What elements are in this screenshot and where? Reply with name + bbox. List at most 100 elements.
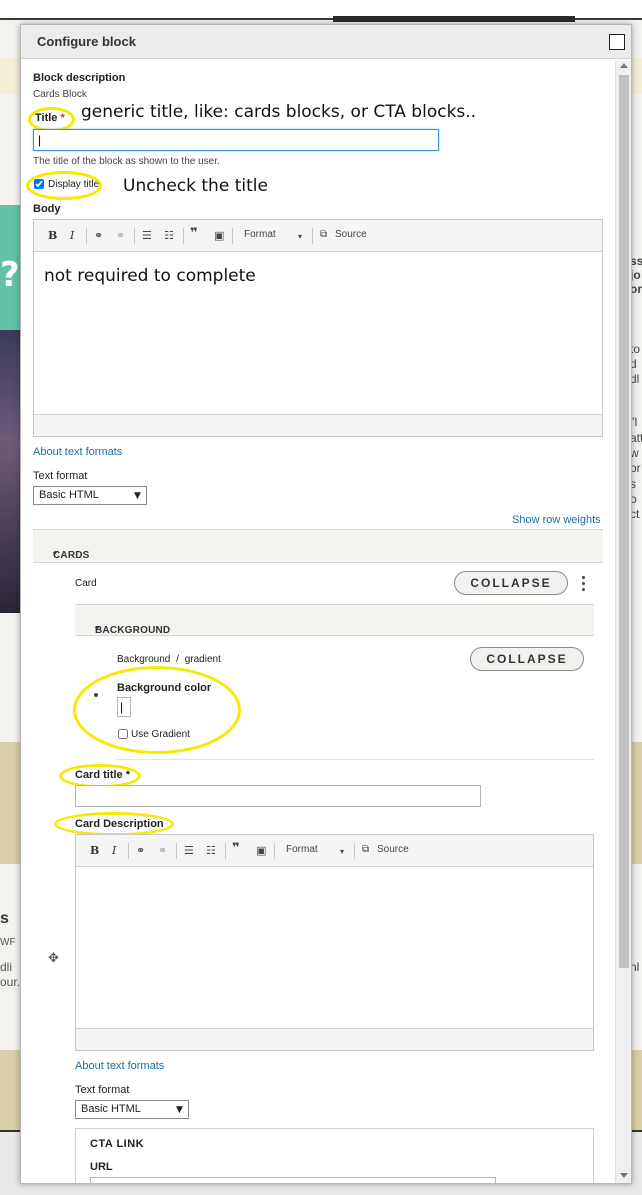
configure-block-dialog: Configure block Block description Cards … bbox=[20, 24, 632, 1184]
toolbar-separator bbox=[312, 228, 313, 244]
card-label: Card bbox=[75, 578, 97, 589]
image-icon[interactable]: ▣ bbox=[214, 229, 224, 242]
background-fragment: ? bbox=[0, 255, 20, 295]
dialog-titlebar: Configure block bbox=[21, 25, 631, 59]
background-photo bbox=[0, 330, 20, 613]
text-format-label: Text format bbox=[33, 470, 88, 482]
source-icon[interactable]: ⧉ bbox=[362, 844, 369, 855]
tab-gradient[interactable]: gradient bbox=[185, 654, 221, 665]
background-top-accent bbox=[333, 16, 575, 22]
source-button[interactable]: Source bbox=[377, 844, 409, 855]
text-format-select-value: Basic HTML bbox=[39, 489, 99, 501]
about-text-formats-link[interactable]: About text formats bbox=[33, 446, 122, 458]
toolbar-separator bbox=[232, 228, 233, 244]
toolbar-separator bbox=[128, 843, 129, 859]
editor-toolbar: B I ⚭ ⚭ ☰ ☷ ❞ ▣ Format ▾ ⧉ Source bbox=[34, 220, 602, 252]
more-options-icon bbox=[582, 588, 585, 591]
card-collapse-button[interactable]: COLLAPSE bbox=[454, 571, 568, 595]
link-icon[interactable]: ⚭ bbox=[136, 844, 145, 857]
toolbar-separator bbox=[225, 843, 226, 859]
annotation-highlight bbox=[73, 666, 241, 754]
dialog-title: Configure block bbox=[37, 34, 136, 49]
tab-background[interactable]: Background bbox=[117, 654, 170, 665]
italic-button[interactable]: I bbox=[70, 229, 74, 242]
toolbar-separator bbox=[176, 843, 177, 859]
cta-link-fieldset: CTA LINK URL bbox=[75, 1128, 594, 1183]
text-format-select[interactable]: Basic HTML ▼ bbox=[33, 486, 147, 505]
scroll-up-icon[interactable] bbox=[620, 63, 628, 68]
toolbar-separator bbox=[86, 228, 87, 244]
format-dropdown[interactable]: Format bbox=[244, 229, 276, 240]
numbered-list-icon[interactable]: ☷ bbox=[164, 229, 174, 242]
title-help-text: The title of the block as shown to the u… bbox=[33, 156, 220, 167]
card-description-editor: B I ⚭ ⚭ ☰ ☷ ❞ ▣ Format ▾ ⧉ Source bbox=[75, 834, 594, 1051]
cards-header-text: CARDS bbox=[53, 550, 90, 561]
card-title-input[interactable] bbox=[75, 785, 481, 807]
italic-button[interactable]: I bbox=[112, 844, 116, 857]
url-label: URL bbox=[90, 1161, 113, 1173]
background-header-text: BACKGROUND bbox=[95, 625, 171, 636]
annotation-display-title-note: Uncheck the title bbox=[123, 176, 268, 196]
background-fragment: WF bbox=[0, 937, 16, 948]
numbered-list-icon[interactable]: ☷ bbox=[206, 844, 216, 857]
background-fragment: s bbox=[0, 910, 9, 927]
bulleted-list-icon[interactable]: ☰ bbox=[142, 229, 152, 242]
blockquote-icon[interactable]: ❞ bbox=[190, 226, 198, 241]
background-collapse-button[interactable]: COLLAPSE bbox=[470, 647, 584, 671]
chevron-down-icon[interactable]: ▾ bbox=[298, 232, 302, 241]
editor-toolbar: B I ⚭ ⚭ ☰ ☷ ❞ ▣ Format ▾ ⧉ Source bbox=[76, 835, 593, 867]
chevron-down-icon: ▼ bbox=[134, 491, 141, 501]
toolbar-separator bbox=[354, 843, 355, 859]
more-options-icon[interactable] bbox=[582, 576, 585, 579]
chevron-down-icon: ▼ bbox=[176, 1105, 183, 1115]
close-icon[interactable] bbox=[609, 34, 625, 50]
background-fragment: dli bbox=[0, 960, 13, 974]
toolbar-separator bbox=[274, 843, 275, 859]
unlink-icon[interactable]: ⚭ bbox=[158, 844, 167, 857]
format-dropdown[interactable]: Format bbox=[286, 844, 318, 855]
block-description-value: Cards Block bbox=[33, 89, 87, 100]
editor-status-bar bbox=[34, 414, 602, 436]
required-marker: * bbox=[95, 625, 100, 636]
text-format-label: Text format bbox=[75, 1084, 130, 1096]
background-tabs: Background / gradient bbox=[117, 654, 221, 665]
drag-handle-icon[interactable]: ✥ bbox=[48, 951, 59, 966]
dialog-scrollbar[interactable] bbox=[615, 61, 631, 1183]
divider bbox=[117, 759, 594, 760]
blockquote-icon[interactable]: ❞ bbox=[232, 841, 240, 856]
cards-section-header: CARDS * bbox=[33, 529, 603, 563]
unlink-icon[interactable]: ⚭ bbox=[116, 229, 125, 242]
image-icon[interactable]: ▣ bbox=[256, 844, 266, 857]
source-button[interactable]: Source bbox=[335, 229, 367, 240]
text-format-select[interactable]: Basic HTML ▼ bbox=[75, 1100, 189, 1119]
bold-button[interactable]: B bbox=[90, 844, 99, 857]
scroll-down-icon[interactable] bbox=[620, 1173, 628, 1178]
annotation-highlight bbox=[26, 171, 102, 200]
scrollbar-thumb[interactable] bbox=[619, 75, 629, 968]
source-icon[interactable]: ⧉ bbox=[320, 229, 327, 240]
bulleted-list-icon[interactable]: ☰ bbox=[184, 844, 194, 857]
editor-status-bar bbox=[76, 1028, 593, 1050]
block-description-label: Block description bbox=[33, 72, 126, 84]
body-label: Body bbox=[33, 203, 61, 215]
url-input[interactable] bbox=[90, 1177, 496, 1183]
body-editor: B I ⚭ ⚭ ☰ ☷ ❞ ▣ Format ▾ ⧉ Source not re… bbox=[33, 219, 603, 437]
text-format-select-value: Basic HTML bbox=[81, 1103, 141, 1115]
cta-link-header: CTA LINK bbox=[90, 1138, 145, 1150]
annotation-title-note: generic title, like: cards blocks, or CT… bbox=[81, 102, 477, 122]
required-marker: * bbox=[53, 550, 58, 561]
toolbar-separator bbox=[134, 228, 135, 244]
background-fragment: our. bbox=[0, 975, 21, 989]
tab-separator: / bbox=[176, 654, 179, 665]
chevron-down-icon[interactable]: ▾ bbox=[340, 847, 344, 856]
body-editor-content[interactable]: not required to complete bbox=[44, 266, 256, 286]
title-input[interactable] bbox=[33, 129, 439, 151]
link-icon[interactable]: ⚭ bbox=[94, 229, 103, 242]
toolbar-separator bbox=[183, 228, 184, 244]
show-row-weights-link[interactable]: Show row weights bbox=[512, 514, 601, 526]
about-text-formats-link[interactable]: About text formats bbox=[75, 1060, 164, 1072]
more-options-icon bbox=[582, 582, 585, 585]
bold-button[interactable]: B bbox=[48, 229, 57, 242]
card-description-editor-content[interactable] bbox=[76, 868, 593, 1027]
background-section-header: BACKGROUND * bbox=[75, 604, 594, 636]
